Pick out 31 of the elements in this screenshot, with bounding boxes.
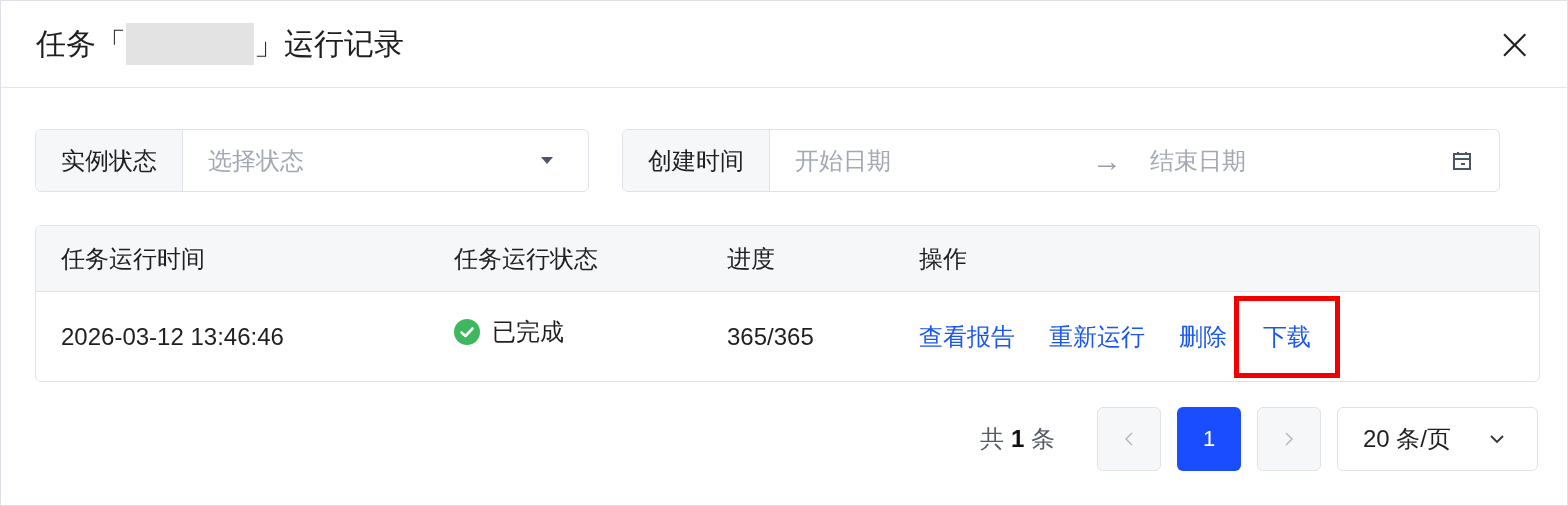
arrow-separator: → <box>1092 143 1123 178</box>
filter-label: 创建时间 <box>623 130 770 191</box>
caret-icon <box>540 156 554 165</box>
column-header: 任务运行时间 <box>61 243 206 274</box>
placeholder-text: 选择状态 <box>208 145 305 176</box>
chevron-left-icon <box>1124 431 1134 447</box>
table-cell-text: 365/365 <box>727 322 815 351</box>
date-range-field[interactable]: 创建时间 开始日期 → 结束日期 <box>622 129 1500 192</box>
status-select[interactable]: 实例状态 选择状态 <box>35 129 589 192</box>
calendar-icon <box>1452 150 1472 171</box>
action-link[interactable]: 重新运行 <box>1049 320 1145 353</box>
filter-label: 实例状态 <box>36 130 183 191</box>
action-link[interactable]: 查看报告 <box>919 320 1015 353</box>
action-link[interactable]: 下载 <box>1263 322 1311 350</box>
page-button[interactable]: 1 <box>1177 407 1241 471</box>
chevron-right-icon <box>1284 431 1294 447</box>
total-count: 共 1 条 <box>980 424 1055 454</box>
end-date-placeholder: 结束日期 <box>1150 145 1247 176</box>
page-size-select[interactable]: 20 条/页 <box>1337 407 1538 471</box>
dialog-title: 」运行记录 <box>254 25 404 62</box>
chevron-down-icon <box>1489 434 1505 444</box>
column-header: 进度 <box>727 243 776 274</box>
close-button[interactable]: × <box>1492 22 1537 66</box>
table-cell-text: 2026-03-12 13:46:46 <box>61 322 285 351</box>
start-date-placeholder: 开始日期 <box>795 145 892 176</box>
action-link[interactable]: 删除 <box>1179 320 1227 353</box>
dialog-title: 任务「 <box>36 25 126 62</box>
page-size-text: 20 条/页 <box>1363 424 1452 454</box>
status-text: 已完成 <box>492 316 564 347</box>
column-header: 任务运行状态 <box>454 243 599 274</box>
column-header: 操作 <box>919 243 967 274</box>
